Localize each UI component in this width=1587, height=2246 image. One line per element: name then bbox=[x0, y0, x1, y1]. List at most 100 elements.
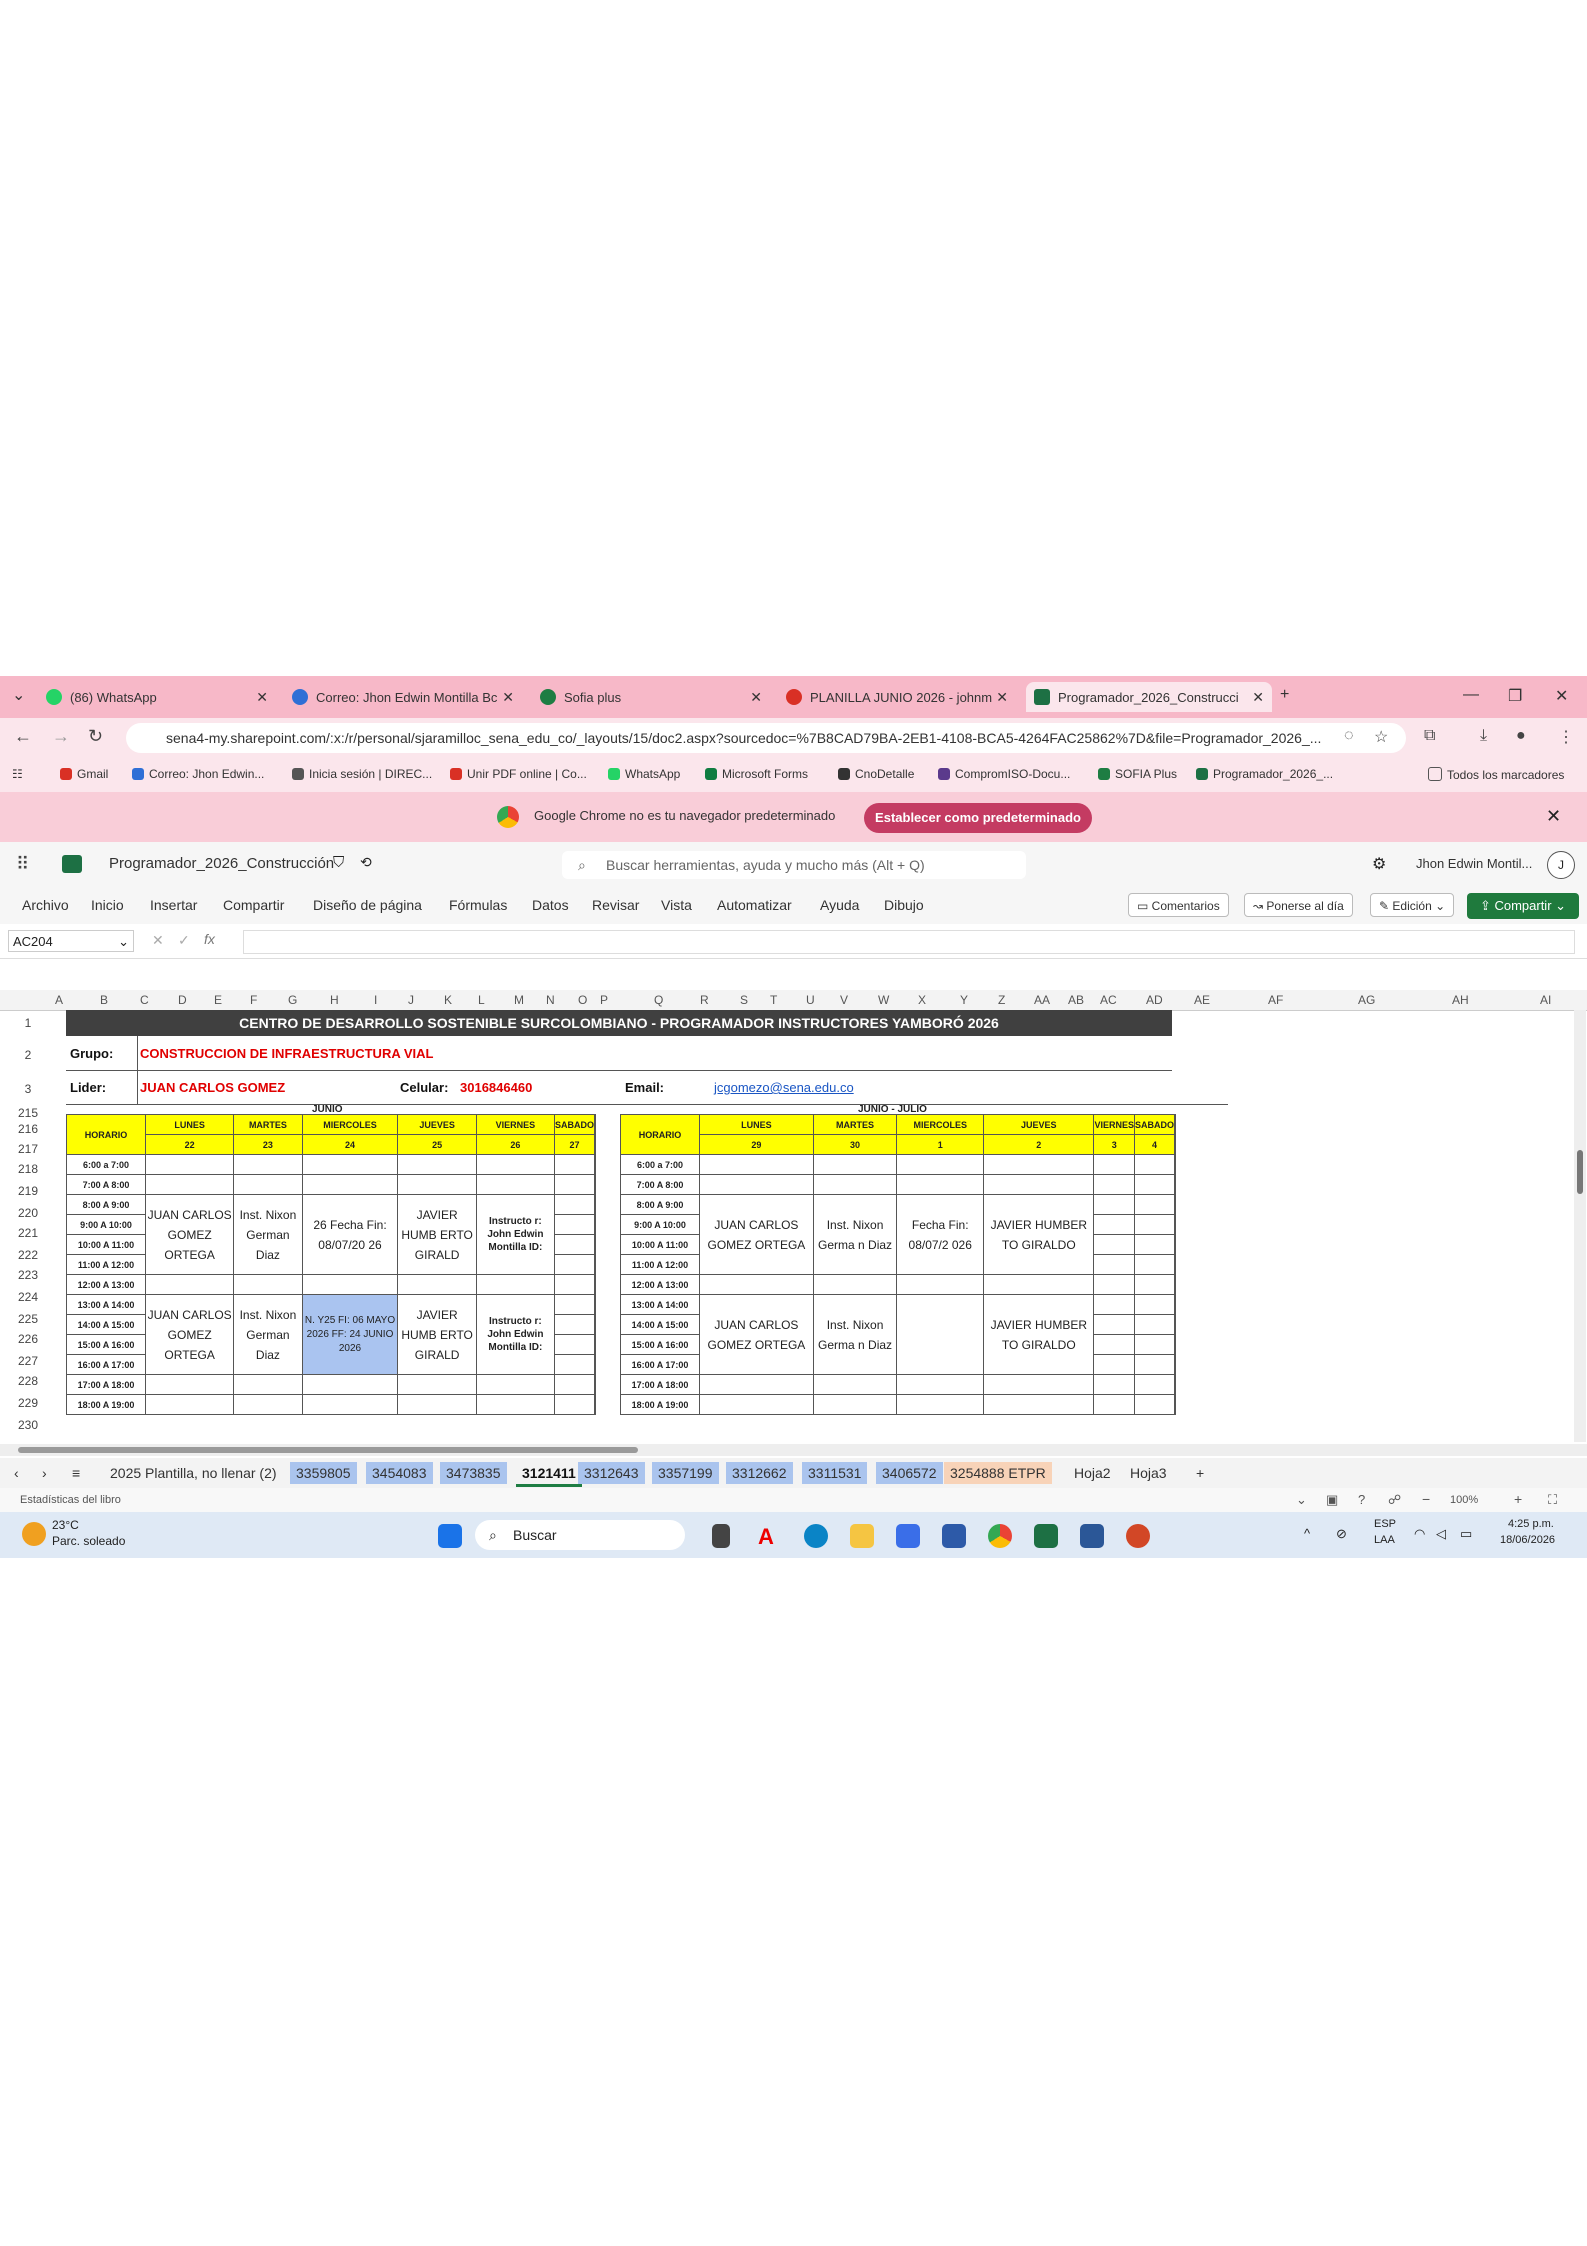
row-header[interactable]: 219 bbox=[0, 1184, 56, 1198]
sheet-tab[interactable]: 3454083 bbox=[366, 1462, 433, 1484]
schedule-cell[interactable]: Fecha Fin: 08/07/2 026 bbox=[896, 1194, 985, 1275]
column-header[interactable]: J bbox=[408, 993, 414, 1007]
empty-cell[interactable] bbox=[233, 1374, 303, 1395]
empty-cell[interactable] bbox=[896, 1374, 985, 1395]
forward-icon[interactable]: → bbox=[52, 726, 70, 747]
next-sheet-icon[interactable]: › bbox=[36, 1462, 53, 1484]
apps-icon[interactable]: ☷ bbox=[12, 767, 23, 781]
empty-cell[interactable] bbox=[812, 1174, 898, 1195]
all-sheets-icon[interactable]: ≡ bbox=[66, 1462, 86, 1484]
browser-tab[interactable]: Correo: Jhon Edwin Montilla Bc ✕ bbox=[292, 682, 522, 712]
bookmark[interactable]: Inicia sesión | DIREC... bbox=[292, 767, 432, 781]
close-window-icon[interactable]: ✕ bbox=[1555, 686, 1568, 706]
view-icon[interactable]: ▣ bbox=[1326, 1492, 1338, 1508]
column-header[interactable]: S bbox=[740, 993, 748, 1007]
all-bookmarks[interactable]: Todos los marcadores bbox=[1428, 767, 1564, 782]
row-header[interactable]: 3 bbox=[0, 1082, 56, 1096]
empty-cell[interactable] bbox=[1093, 1374, 1135, 1395]
sheet-tab[interactable]: Hoja3 bbox=[1124, 1462, 1173, 1484]
browser-tab[interactable]: (86) WhatsApp ✕ bbox=[46, 682, 276, 712]
empty-cell[interactable] bbox=[699, 1374, 814, 1395]
close-tab-icon[interactable]: ✕ bbox=[750, 689, 762, 706]
menu-revisar[interactable]: Revisar bbox=[592, 897, 639, 913]
column-header[interactable]: U bbox=[806, 993, 815, 1007]
email-value[interactable]: jcgomezo@sena.edu.co bbox=[714, 1080, 854, 1095]
file-explorer-icon[interactable] bbox=[850, 1524, 874, 1548]
windows-start-icon[interactable] bbox=[438, 1524, 462, 1548]
empty-cell[interactable] bbox=[1133, 1394, 1175, 1415]
schedule-cell[interactable]: JAVIER HUMB ERTO GIRALD bbox=[397, 1294, 477, 1375]
user-name[interactable]: Jhon Edwin Montil... bbox=[1416, 856, 1532, 871]
empty-cell[interactable] bbox=[144, 1274, 235, 1295]
feedback-icon[interactable]: ☍ bbox=[1388, 1492, 1401, 1508]
catchup-button[interactable]: ↝ Ponerse al día bbox=[1244, 893, 1353, 917]
schedule-cell[interactable]: JUAN CARLOS GOMEZ ORTEGA bbox=[144, 1294, 235, 1375]
scroll-thumb[interactable] bbox=[18, 1447, 638, 1453]
sheet-tab[interactable]: 2025 Plantilla, no llenar (2) bbox=[104, 1462, 283, 1484]
empty-cell[interactable] bbox=[983, 1374, 1095, 1395]
empty-cell[interactable] bbox=[397, 1394, 477, 1415]
add-sheet-icon[interactable]: + bbox=[1190, 1462, 1210, 1484]
sheet-tab[interactable]: 3254888 ETPR bbox=[944, 1462, 1052, 1484]
chevron-up-icon[interactable]: ^ bbox=[1304, 1526, 1310, 1541]
column-header[interactable]: Z bbox=[998, 993, 1005, 1007]
empty-cell[interactable] bbox=[1093, 1214, 1135, 1235]
new-tab-icon[interactable]: + bbox=[1280, 686, 1289, 704]
search-box[interactable]: ⌕ Buscar herramientas, ayuda y mucho más… bbox=[562, 851, 1026, 879]
bookmark[interactable]: WhatsApp bbox=[608, 767, 680, 781]
function-icon[interactable]: fx bbox=[204, 931, 215, 947]
empty-cell[interactable] bbox=[1093, 1334, 1135, 1355]
empty-cell[interactable] bbox=[1133, 1334, 1175, 1355]
lang-layout[interactable]: LAA bbox=[1374, 1534, 1395, 1546]
edit-mode-button[interactable]: ✎ Edición ⌄ bbox=[1370, 893, 1455, 917]
empty-cell[interactable] bbox=[233, 1154, 303, 1175]
column-header[interactable]: AI bbox=[1540, 993, 1551, 1007]
row-header[interactable]: 228 bbox=[0, 1374, 56, 1388]
close-tab-icon[interactable]: ✕ bbox=[1252, 689, 1264, 706]
column-header[interactable]: L bbox=[478, 993, 485, 1007]
empty-cell[interactable] bbox=[144, 1174, 235, 1195]
empty-cell[interactable] bbox=[1133, 1254, 1175, 1275]
empty-cell[interactable] bbox=[553, 1334, 595, 1355]
column-header[interactable]: N bbox=[546, 993, 555, 1007]
row-header[interactable]: 1 bbox=[0, 1016, 56, 1030]
download-icon[interactable]: ⤓ bbox=[1480, 727, 1487, 745]
help-icon[interactable]: ? bbox=[1358, 1492, 1365, 1507]
zoom-out-icon[interactable]: − bbox=[1422, 1491, 1430, 1507]
empty-cell[interactable] bbox=[896, 1274, 985, 1295]
column-header[interactable]: A bbox=[55, 993, 63, 1007]
empty-cell[interactable] bbox=[812, 1374, 898, 1395]
empty-cell[interactable] bbox=[553, 1154, 595, 1175]
empty-cell[interactable] bbox=[553, 1214, 595, 1235]
empty-cell[interactable] bbox=[301, 1154, 399, 1175]
bookmark[interactable]: Unir PDF online | Co... bbox=[450, 767, 587, 781]
empty-cell[interactable] bbox=[553, 1174, 595, 1195]
column-header[interactable]: C bbox=[140, 993, 149, 1007]
tab-search-icon[interactable]: ⌄ bbox=[12, 685, 25, 705]
menu-formulas[interactable]: Fórmulas bbox=[449, 897, 507, 913]
powerpoint-icon[interactable] bbox=[1126, 1524, 1150, 1548]
row-header[interactable]: 230 bbox=[0, 1418, 56, 1432]
prev-sheet-icon[interactable]: ‹ bbox=[8, 1462, 25, 1484]
column-header[interactable]: AB bbox=[1068, 993, 1084, 1007]
empty-cell[interactable] bbox=[301, 1394, 399, 1415]
scroll-thumb[interactable] bbox=[1577, 1150, 1583, 1194]
empty-cell[interactable] bbox=[397, 1174, 477, 1195]
schedule-cell[interactable]: N. Y25 FI: 06 MAYO 2026 FF: 24 JUNIO 202… bbox=[301, 1294, 399, 1375]
sheet-tab[interactable]: 3311531 bbox=[802, 1462, 868, 1484]
empty-cell[interactable] bbox=[553, 1234, 595, 1255]
clock-date[interactable]: 18/06/2026 bbox=[1500, 1534, 1555, 1546]
leader-value[interactable]: JUAN CARLOS GOMEZ bbox=[140, 1080, 285, 1095]
column-header[interactable]: O bbox=[578, 993, 587, 1007]
reload-icon[interactable]: ↻ bbox=[88, 726, 103, 747]
schedule-cell[interactable]: Inst. Nixon German Diaz bbox=[233, 1294, 303, 1375]
column-header[interactable]: R bbox=[700, 993, 709, 1007]
avatar[interactable]: J bbox=[1547, 851, 1575, 879]
empty-cell[interactable] bbox=[983, 1154, 1095, 1175]
sheet-tab[interactable]: 3357199 bbox=[652, 1462, 719, 1484]
empty-cell[interactable] bbox=[233, 1394, 303, 1415]
cancel-icon[interactable]: ✕ bbox=[152, 932, 164, 949]
column-header[interactable]: E bbox=[214, 993, 222, 1007]
schedule-cell[interactable]: JUAN CARLOS GOMEZ ORTEGA bbox=[144, 1194, 235, 1275]
taskbar-search[interactable]: ⌕ Buscar bbox=[475, 1520, 685, 1550]
